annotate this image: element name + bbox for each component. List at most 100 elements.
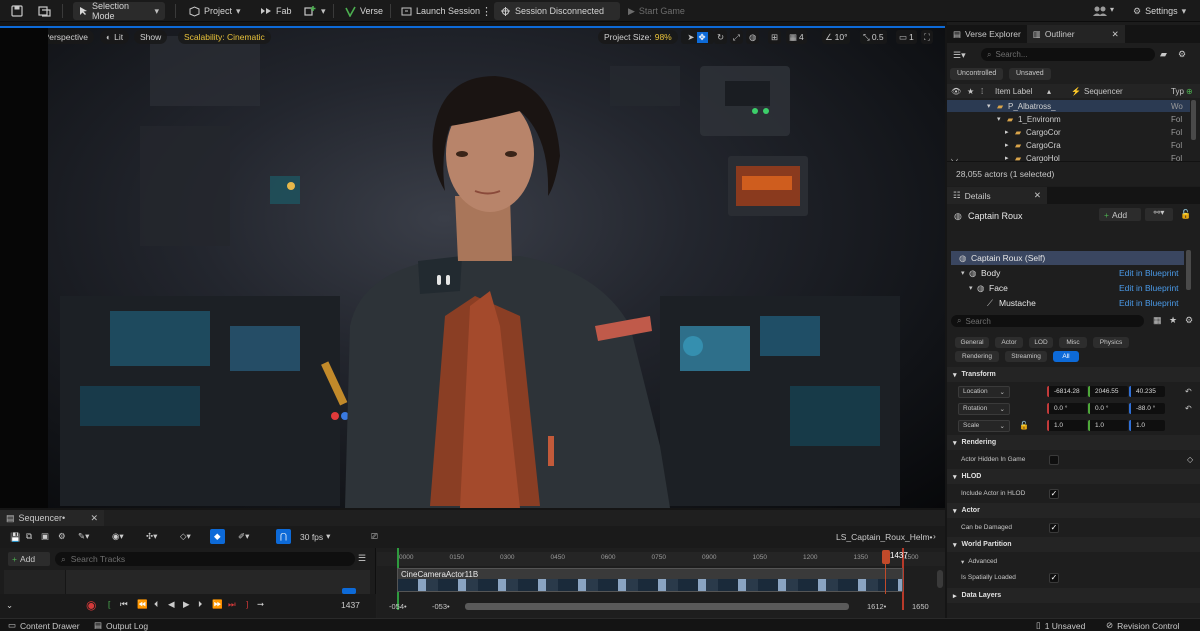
keyframe-icon[interactable]: ◇▾ (180, 531, 191, 542)
current-frame[interactable]: 1437 (341, 600, 360, 610)
col-item-label[interactable]: Item Label (995, 87, 1032, 96)
collapse-icon[interactable]: ▾ (961, 269, 965, 277)
auto-key-icon[interactable]: ◆ (210, 529, 225, 544)
blueprint-options-button[interactable]: ⚯▾ (1145, 208, 1173, 221)
transform-tools[interactable]: ➤ ✥ (681, 30, 714, 44)
col-type[interactable]: Typ (1171, 87, 1184, 96)
selection-mode-button[interactable]: Selection Mode ▾ (73, 1, 165, 21)
angle-snap[interactable]: ∠ 10° (822, 30, 851, 44)
add-column-icon[interactable]: ⊕ (1186, 87, 1193, 96)
move-icon[interactable]: ✥ (696, 31, 708, 43)
tools-icon[interactable]: ✎▾ (78, 531, 89, 542)
edit-in-blueprint-link[interactable]: Edit in Blueprint (1119, 298, 1179, 308)
filter-pill-rendering[interactable]: Rendering (955, 351, 999, 362)
save-icon[interactable]: 💾 (10, 532, 21, 543)
filter-uncontrolled[interactable]: Uncontrolled (950, 67, 1004, 80)
prev-key-icon[interactable]: ⏪ (137, 599, 148, 610)
browse-icon[interactable]: ⧉ (26, 531, 32, 542)
lock-icon[interactable]: 🔓 (1019, 421, 1029, 430)
show-button[interactable]: Show (134, 30, 168, 44)
filter-icon[interactable]: ☰ (358, 553, 366, 564)
spatially-loaded-checkbox[interactable]: ✓ (1049, 572, 1059, 583)
data-layers-section[interactable]: ▸ Data Layers (947, 588, 1200, 603)
add-track-button[interactable]: + Add (8, 552, 50, 566)
rotation-y[interactable]: 0.0 ° (1088, 403, 1128, 414)
collapse-icon[interactable]: ▾ (969, 284, 973, 292)
next-frame-icon[interactable]: ⏵ (198, 599, 202, 610)
range-end-icon[interactable]: ⏭ (228, 599, 236, 610)
scale-mode-dropdown[interactable]: Scale ⌄ (958, 419, 1010, 432)
can-be-damaged-checkbox[interactable]: ✓ (1049, 522, 1059, 533)
keyframe-diamond-icon[interactable]: ◇ (1187, 455, 1193, 464)
edit-in-blueprint-link[interactable]: Edit in Blueprint (1119, 283, 1179, 293)
scale-tool[interactable]: ⤢ (730, 30, 743, 44)
playhead-handle[interactable] (882, 550, 890, 564)
filter-pill-misc[interactable]: Misc (1059, 337, 1087, 348)
content-drawer-button[interactable]: ▭ Content Drawer (8, 620, 80, 631)
location-x[interactable]: -6814.28 (1047, 386, 1087, 397)
edit-in-blueprint-link[interactable]: Edit in Blueprint (1119, 268, 1179, 278)
breadcrumb-next-icon[interactable]: › (933, 531, 936, 541)
rotate-tool[interactable]: ↻ (714, 30, 728, 44)
prev-frame-icon[interactable]: ⏴ (154, 599, 158, 610)
unsaved-indicator[interactable]: ▯ 1 Unsaved (1036, 620, 1085, 631)
advanced-row[interactable]: ▾ Advanced (947, 554, 1200, 569)
brush-icon[interactable]: ✐▾ (238, 531, 249, 542)
timeline-scrollbar[interactable] (465, 603, 849, 610)
loop-icon[interactable]: ➞ (257, 599, 264, 610)
location-z[interactable]: 40.235 (1129, 386, 1165, 397)
content-browser-icon[interactable] (38, 5, 51, 17)
select-arrow-icon[interactable]: ➤ (687, 32, 694, 43)
filter-pill-lod[interactable]: LOD (1029, 337, 1053, 348)
chevron-down-icon[interactable]: ▾ (1110, 5, 1114, 14)
lit-button[interactable]: ◐ Lit (100, 30, 130, 44)
rendering-section[interactable]: ▾ Rendering (947, 435, 1200, 450)
outliner-row[interactable]: ▾ ▰ 1_Environm Fol (947, 113, 1190, 125)
component-row[interactable]: ▾ ◍ Body Edit in Blueprint (951, 266, 1184, 280)
tab-sequencer[interactable]: ▤ Sequencer• ✕ (0, 510, 104, 526)
record-button[interactable]: ◉ (86, 598, 96, 612)
folder-icon[interactable]: ▰ (1160, 49, 1167, 60)
outliner-row[interactable]: ▸ ▰ CargoCra Fol (947, 139, 1190, 151)
gear-icon[interactable]: ⚙ (1185, 315, 1193, 326)
range-start-b[interactable]: -053• (432, 602, 450, 611)
tab-outliner[interactable]: ▥ Outliner ✕ (1026, 25, 1125, 43)
reset-icon[interactable]: ↶ (1185, 404, 1192, 413)
collapse-icon[interactable]: ▾ (987, 102, 991, 110)
filter-pill-all[interactable]: All (1053, 351, 1079, 362)
location-mode-dropdown[interactable]: Location ⌄ (958, 385, 1010, 398)
timeline-scrollbar-v[interactable] (937, 570, 943, 588)
range-start-a[interactable]: -054• (389, 602, 407, 611)
actor-section[interactable]: ▾ Actor (947, 503, 1200, 518)
details-search-input[interactable]: ⌕ Search (951, 315, 1144, 327)
render-movie-icon[interactable]: ⎚ (371, 531, 378, 542)
camera-speed[interactable]: ▭ 1 (896, 30, 917, 44)
component-row[interactable]: ◍ Captain Roux (Self) (951, 251, 1184, 265)
rotation-z[interactable]: -88.0 ° (1129, 403, 1165, 414)
grid-snap[interactable]: ▦ 4 (786, 30, 807, 44)
add-content-button[interactable]: ▾ (297, 2, 332, 20)
eye-icon[interactable]: 👁 (951, 87, 961, 96)
scale-snap[interactable]: ⤡ 0.5 (860, 30, 887, 44)
outliner-row[interactable]: ◡ ▸ ▰ CargoHol Fol (947, 152, 1190, 164)
project-menu-button[interactable]: Project ▾ (183, 2, 247, 20)
more-options-icon[interactable]: ⋮ (481, 5, 492, 18)
tab-verse-explorer[interactable]: ▤ Verse Explorer (947, 25, 1027, 43)
outliner-scrollbar[interactable] (1191, 100, 1196, 140)
filter-pill-streaming[interactable]: Streaming (1005, 351, 1047, 362)
rotation-mode-dropdown[interactable]: Rotation ⌄ (958, 402, 1010, 415)
scalability-warning[interactable]: Scalability: Cinematic (178, 30, 271, 44)
table-view-icon[interactable]: ▦ (1153, 315, 1162, 326)
sort-icon[interactable]: ⁞ (981, 87, 983, 96)
expand-icon[interactable]: ▸ (1005, 128, 1009, 136)
launch-session-button[interactable]: Launch Session (395, 2, 486, 20)
settings-button[interactable]: ⚙ Settings ▾ (1127, 2, 1192, 20)
filter-pill-general[interactable]: General (955, 337, 989, 348)
level-viewport[interactable]: ☰ ◈Perspective ◐Lit Show Scalability: Ci… (0, 26, 945, 508)
range-start-icon[interactable]: [ (108, 599, 110, 609)
gear-icon[interactable]: ⚙ (1178, 49, 1186, 60)
play-icon[interactable]: ▶ (183, 599, 190, 610)
transform-section[interactable]: ▾ Transform (947, 367, 1200, 382)
star-icon[interactable]: ★ (1169, 315, 1177, 326)
camera-track-section[interactable]: CineCameraActor11B (397, 568, 903, 592)
